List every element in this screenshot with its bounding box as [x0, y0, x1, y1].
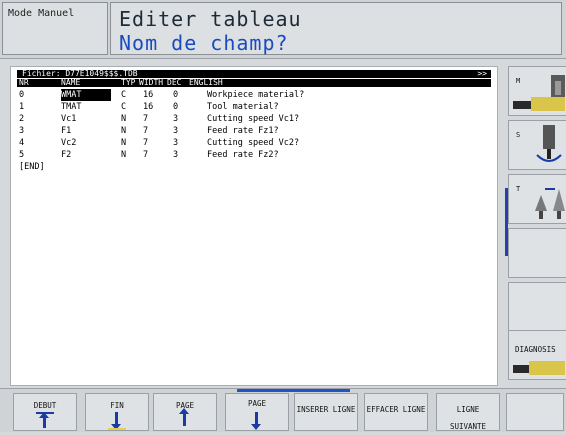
col-nr: NR	[19, 78, 29, 87]
cell-dec: 0	[173, 102, 179, 112]
begin-key[interactable]: DEBUT	[13, 393, 77, 431]
more-columns-indicator[interactable]: >>	[477, 70, 487, 78]
cell-english: Workpiece material?	[207, 90, 305, 100]
s-function-key[interactable]: S	[508, 120, 566, 170]
col-english: ENGLISH	[189, 78, 223, 87]
cell-dec: 3	[173, 150, 179, 160]
file-bar: Fichier: D77E1049$$$.TDB >>	[17, 70, 491, 78]
empty-soft-key[interactable]	[506, 393, 564, 431]
table-row[interactable]: 3 F1 N 7 3 Feed rate Fz1?	[17, 125, 491, 137]
cell-typ: N	[121, 138, 127, 148]
mode-label: Mode Manuel	[8, 8, 75, 19]
col-name: NAME	[61, 78, 81, 87]
arrow-up-icon	[179, 408, 189, 426]
end-marker: [END]	[19, 162, 45, 172]
file-name: Fichier: D77E1049$$$.TDB	[22, 69, 138, 78]
cell-dec: 0	[173, 90, 179, 100]
cell-width: 16	[143, 90, 154, 100]
delete-line-key[interactable]: EFFACER LIGNE	[364, 393, 428, 431]
tool-call-icon	[535, 188, 565, 219]
cell-name: TMAT	[61, 102, 82, 112]
cell-typ: N	[121, 114, 127, 124]
cell-width: 7	[143, 138, 149, 148]
cell-nr: 5	[19, 150, 25, 160]
table-row[interactable]: 2 Vc1 N 7 3 Cutting speed Vc1?	[17, 113, 491, 125]
cell-dec: 3	[173, 138, 179, 148]
table-body: 0 WMAT C 16 0 Workpiece material? 1 TMAT…	[17, 89, 491, 173]
cell-dec: 3	[173, 114, 179, 124]
cell-nr: 2	[19, 114, 25, 124]
active-page-indicator	[237, 389, 350, 392]
spindle-icon	[513, 75, 565, 111]
end-bar-icon	[108, 428, 126, 430]
begin-key-label: DEBUT	[33, 401, 57, 410]
cell-nr: 1	[19, 102, 25, 112]
header: Mode Manuel Editer tableau Nom de champ?	[0, 0, 566, 59]
cell-english: Cutting speed Vc2?	[207, 138, 300, 148]
cell-name: F2	[61, 150, 72, 160]
cell-name: Vc2	[61, 138, 77, 148]
mode-indicator: Mode Manuel	[2, 2, 108, 55]
col-width: WIDTH	[139, 78, 164, 87]
cell-name: Vc1	[61, 114, 77, 124]
cell-english: Feed rate Fz2?	[207, 150, 279, 160]
col-typ: TYP	[121, 78, 136, 87]
table-row[interactable]: 0 WMAT C 16 0 Workpiece material?	[17, 89, 491, 101]
side-softkey-panel: M S T DIAGNOSIS	[506, 58, 566, 388]
diagnosis-icon	[513, 361, 565, 375]
cell-width: 7	[143, 114, 149, 124]
title-box: Editer tableau Nom de champ?	[110, 2, 562, 55]
cell-name: F1	[61, 126, 72, 136]
empty-side-key-1[interactable]	[508, 228, 566, 278]
cell-nr: 0	[19, 90, 25, 100]
end-key-label: FIN	[110, 401, 124, 410]
page-title: Editer tableau	[119, 7, 302, 31]
cell-typ: N	[121, 126, 127, 136]
page-up-key[interactable]: PAGE	[153, 393, 217, 431]
table-row[interactable]: 5 F2 N 7 3 Feed rate Fz2?	[17, 149, 491, 161]
cell-typ: N	[121, 150, 127, 160]
col-dec: DEC	[167, 78, 182, 87]
empty-side-key-2[interactable]	[508, 282, 566, 332]
table-editor: Fichier: D77E1049$$$.TDB >> NR NAME TYP …	[10, 66, 498, 386]
t-function-key[interactable]: T	[508, 174, 566, 224]
cell-width: 7	[143, 126, 149, 136]
cell-typ: C	[121, 90, 127, 100]
page-down-key[interactable]: PAGE	[225, 393, 289, 431]
insert-line-label: INSERER LIGNE	[296, 405, 356, 414]
arrow-down-icon	[111, 412, 121, 430]
spindle-speed-icon	[536, 125, 562, 162]
cell-typ: C	[121, 102, 127, 112]
page-down-label: PAGE	[247, 399, 267, 408]
diagnosis-key[interactable]: DIAGNOSIS	[508, 330, 566, 380]
prompt-text: Nom de champ?	[119, 31, 289, 55]
cell-english: Tool material?	[207, 102, 279, 112]
column-header-row: NR NAME TYP WIDTH DEC ENGLISH	[17, 79, 491, 87]
cell-width: 16	[143, 102, 154, 112]
cell-width: 7	[143, 150, 149, 160]
cell-nr: 4	[19, 138, 25, 148]
cell-dec: 3	[173, 126, 179, 136]
next-line-label: LIGNE SUIVANTE	[449, 405, 487, 431]
arrow-up-icon	[39, 412, 49, 428]
table-row[interactable]: 4 Vc2 N 7 3 Cutting speed Vc2?	[17, 137, 491, 149]
next-line-key[interactable]: LIGNE SUIVANTE	[436, 393, 500, 431]
cell-name-selected[interactable]: WMAT	[61, 89, 111, 101]
m-function-key[interactable]: M	[508, 66, 566, 116]
end-key[interactable]: FIN	[85, 393, 149, 431]
delete-line-label: EFFACER LIGNE	[366, 405, 426, 414]
table-row[interactable]: 1 TMAT C 16 0 Tool material?	[17, 101, 491, 113]
cell-english: Cutting speed Vc1?	[207, 114, 300, 124]
cell-english: Feed rate Fz1?	[207, 126, 279, 136]
insert-line-key[interactable]: INSERER LIGNE	[294, 393, 358, 431]
arrow-down-icon	[251, 412, 261, 430]
cell-nr: 3	[19, 126, 25, 136]
softkey-bar: DEBUT FIN PAGE PAGE INSERER LIGNE EFFACE…	[0, 388, 566, 432]
